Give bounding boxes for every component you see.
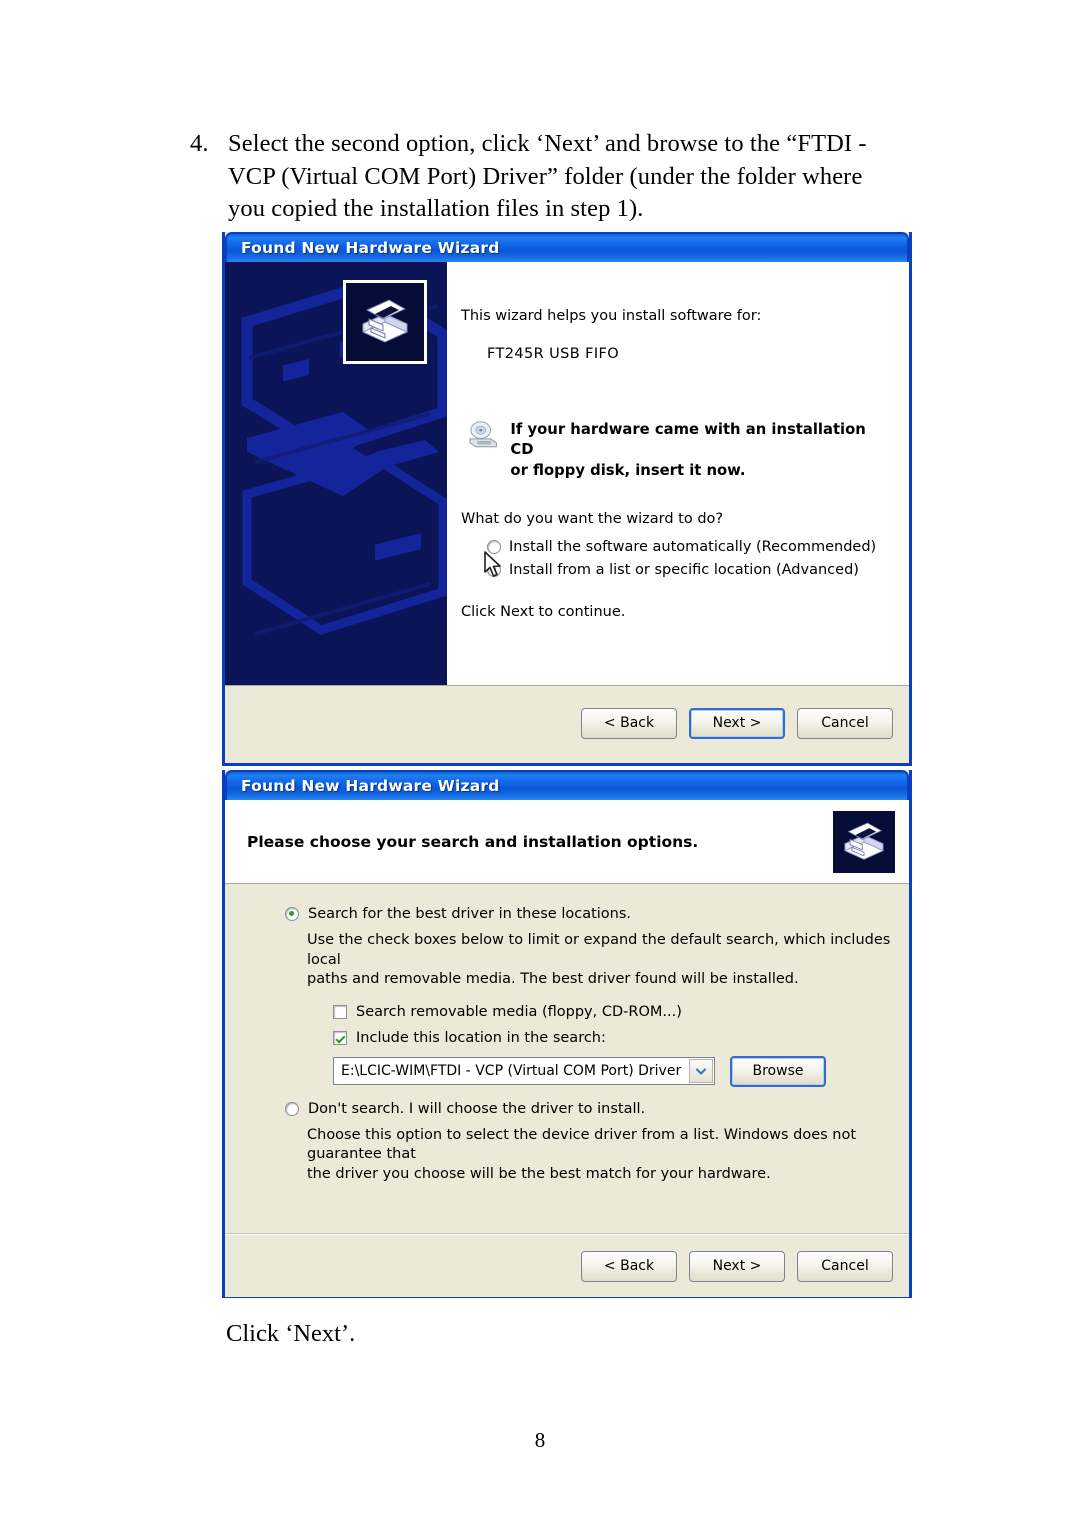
checkbox-icon-include-location[interactable] — [333, 1030, 347, 1045]
titlebar: Found New Hardware Wizard — [225, 770, 909, 800]
wizard-hardware-icon-frame — [343, 280, 427, 364]
chevron-down-glyph — [696, 1068, 706, 1075]
wizard-question: What do you want the wizard to do? — [461, 511, 724, 528]
cd-drive-icon — [469, 421, 497, 448]
cd-note-line-2: or floppy disk, insert it now. — [510, 461, 746, 479]
found-new-hardware-wizard-options-dialog: Found New Hardware Wizard Please choose … — [222, 770, 912, 1298]
closing-instruction: Click ‘Next’. — [226, 1320, 356, 1347]
intro-text: This wizard helps you install software f… — [461, 308, 762, 324]
wizard-hardware-icon — [844, 821, 884, 860]
chevron-down-icon[interactable] — [689, 1059, 713, 1084]
cd-note-text: If your hardware came with an installati… — [510, 420, 887, 481]
cd-note-line-1: If your hardware came with an installati… — [510, 421, 866, 459]
radio-search-best-driver[interactable]: Search for the best driver in these loca… — [285, 906, 893, 922]
wizard-page-header: Please choose your search and installati… — [225, 800, 909, 884]
dialog-button-bar: < Back Next > Cancel — [225, 686, 909, 760]
wizard-content-pane: This wizard helps you install software f… — [447, 262, 909, 685]
installation-cd-note: If your hardware came with an installati… — [467, 420, 887, 481]
location-value: E:\LCIC-WIM\FTDI - VCP (Virtual COM Port… — [341, 1063, 682, 1080]
page-heading: Please choose your search and installati… — [247, 832, 699, 851]
radio-icon-search-best[interactable] — [285, 907, 299, 921]
back-button[interactable]: < Back — [581, 707, 677, 739]
radio-label-search-best: Search for the best driver in these loca… — [308, 906, 632, 922]
next-button[interactable]: Next > — [689, 1250, 785, 1282]
radio-install-automatically[interactable]: Install the software automatically (Reco… — [487, 539, 887, 555]
radio-dont-search[interactable]: Don't search. I will choose the driver t… — [285, 1101, 893, 1117]
location-combobox[interactable]: E:\LCIC-WIM\FTDI - VCP (Virtual COM Port… — [333, 1057, 715, 1086]
radio-label-advanced: Install from a list or specific location… — [509, 562, 859, 579]
cancel-button[interactable]: Cancel — [797, 1250, 893, 1282]
search-helper-line-1: Use the check boxes below to limit or ex… — [307, 932, 891, 968]
wizard-options-content: Search for the best driver in these loca… — [225, 884, 909, 1234]
wizard-hardware-icon-frame — [831, 808, 897, 875]
location-row: E:\LCIC-WIM\FTDI - VCP (Virtual COM Port… — [333, 1055, 893, 1087]
checkbox-search-removable-media[interactable]: Search removable media (floppy, CD-ROM..… — [333, 1004, 893, 1020]
window-title: Found New Hardware Wizard — [241, 239, 500, 257]
wizard-hardware-icon — [362, 299, 408, 343]
dont-search-helper-line-1: Choose this option to select the device … — [307, 1126, 857, 1163]
page-number: 8 — [534, 1428, 546, 1452]
step-text: Select the second option, click ‘Next’ a… — [228, 130, 867, 223]
checkbox-icon-removable-media[interactable] — [333, 1004, 347, 1019]
titlebar: Found New Hardware Wizard — [225, 232, 909, 262]
radio-label-dont-search: Don't search. I will choose the driver t… — [308, 1100, 646, 1117]
click-next-text: Click Next to continue. — [461, 604, 626, 621]
dialog-button-bar: < Back Next > Cancel — [225, 1234, 909, 1297]
checkbox-include-location[interactable]: Include this location in the search: — [333, 1030, 893, 1046]
dont-search-helper-line-2: the driver you choose will be the best m… — [307, 1165, 771, 1182]
step-number: 4. — [190, 130, 209, 157]
mouse-cursor-icon — [484, 551, 501, 577]
radio-label-automatic: Install the software automatically (Reco… — [509, 539, 877, 556]
dont-search-helper-text: Choose this option to select the device … — [307, 1126, 893, 1185]
found-new-hardware-wizard-welcome-dialog: Found New Hardware Wizard This wizard he… — [222, 232, 912, 766]
radio-icon-dont-search[interactable] — [285, 1101, 299, 1116]
checkbox-label-removable-media: Search removable media (floppy, CD-ROM..… — [356, 1003, 682, 1020]
radio-install-from-list[interactable]: Install from a list or specific location… — [487, 562, 887, 578]
browse-button[interactable]: Browse — [730, 1055, 826, 1087]
back-button[interactable]: < Back — [581, 1250, 677, 1282]
wizard-body: This wizard helps you install software f… — [225, 262, 909, 686]
cancel-button[interactable]: Cancel — [797, 707, 893, 739]
window-title: Found New Hardware Wizard — [241, 777, 500, 795]
search-helper-text: Use the check boxes below to limit or ex… — [307, 931, 893, 990]
wizard-watermark-panel — [225, 262, 447, 685]
instruction-step-4: 4. Select the second option, click ‘Next… — [190, 128, 870, 226]
checkbox-label-include-location: Include this location in the search: — [356, 1029, 606, 1046]
search-helper-line-2: paths and removable media. The best driv… — [307, 971, 799, 988]
device-name: FT245R USB FIFO — [487, 346, 620, 362]
footer-divider — [225, 1233, 909, 1234]
next-button[interactable]: Next > — [689, 707, 785, 739]
